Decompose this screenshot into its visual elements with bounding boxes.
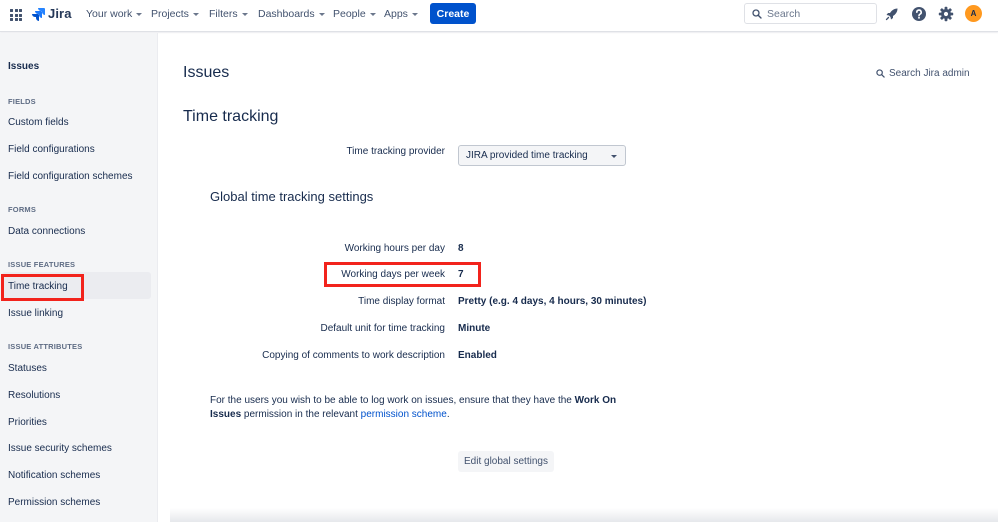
sidebar-item-priorities[interactable]: Priorities <box>8 417 47 428</box>
setting-value-hours-per-day: 8 <box>458 243 464 254</box>
question-icon <box>912 7 926 21</box>
sidebar-heading-forms: FORMS <box>8 205 37 214</box>
sidebar-heading-issue-features: ISSUE FEATURES <box>8 260 76 269</box>
nav-projects-label: Projects <box>151 8 189 20</box>
nav-apps[interactable]: Apps <box>384 8 418 20</box>
create-button[interactable]: Create <box>430 3 476 24</box>
search-input[interactable] <box>767 7 867 20</box>
note-text-3: . <box>446 409 450 420</box>
sidebar-title: Issues <box>8 61 40 72</box>
sidebar-item-data-connections[interactable]: Data connections <box>8 226 85 237</box>
sidebar-item-custom-fields[interactable]: Custom fields <box>8 117 69 128</box>
jira-logo-icon <box>32 7 45 21</box>
setting-value-copy-comments: Enabled <box>458 350 497 361</box>
setting-value-display-format: Pretty (e.g. 4 days, 4 hours, 30 minutes… <box>458 296 647 307</box>
bottom-shadow <box>170 508 998 522</box>
nav-filters[interactable]: Filters <box>209 8 248 20</box>
sidebar-heading-issue-attributes: ISSUE ATTRIBUTES <box>8 342 83 351</box>
nav-your-work[interactable]: Your work <box>86 8 143 20</box>
setting-label-default-unit: Default unit for time tracking <box>320 323 446 334</box>
nav-dashboards-label: Dashboards <box>258 8 315 20</box>
nav-projects[interactable]: Projects <box>151 8 199 20</box>
section-title: Time tracking <box>183 108 279 125</box>
nav-apps-label: Apps <box>384 8 408 20</box>
permission-scheme-link[interactable]: permission scheme <box>361 409 447 420</box>
logo-text: Jira <box>48 6 72 21</box>
page-title: Issues <box>183 64 230 81</box>
app-switcher-icon[interactable] <box>10 9 22 21</box>
top-navigation: Jira Your work Projects Filters Dashboar… <box>0 0 998 32</box>
rocket-icon <box>885 8 898 21</box>
chevron-down-icon <box>318 13 325 16</box>
sidebar-item-resolutions[interactable]: Resolutions <box>8 390 60 401</box>
chevron-down-icon <box>192 13 199 16</box>
nav-filters-label: Filters <box>209 8 238 20</box>
avatar[interactable]: A <box>965 5 982 22</box>
setting-label-hours-per-day: Working hours per day <box>344 243 445 254</box>
settings-icon[interactable] <box>938 6 954 22</box>
gear-icon <box>938 6 954 22</box>
sidebar-item-issue-security-schemes[interactable]: Issue security schemes <box>8 443 112 454</box>
sidebar-item-statuses[interactable]: Statuses <box>8 363 47 374</box>
highlight-box-sidebar <box>1 274 84 301</box>
edit-global-settings-button[interactable]: Edit global settings <box>458 451 554 472</box>
setting-label-copy-comments: Copying of comments to work description <box>262 350 445 361</box>
search-jira-admin-link[interactable]: Search Jira admin <box>876 68 970 79</box>
chevron-down-icon <box>411 13 418 16</box>
notifications-icon[interactable] <box>884 6 900 22</box>
search-icon <box>876 69 885 78</box>
chevron-down-icon <box>611 155 617 158</box>
setting-label-display-format: Time display format <box>358 296 445 307</box>
global-settings-title: Global time tracking settings <box>210 189 374 204</box>
sidebar-heading-fields: FIELDS <box>8 97 36 106</box>
search-jira-admin-label: Search Jira admin <box>889 68 970 79</box>
help-icon[interactable] <box>911 6 927 22</box>
provider-select[interactable]: JIRA provided time tracking <box>458 145 626 166</box>
sidebar-item-field-configurations[interactable]: Field configurations <box>8 144 95 155</box>
chevron-down-icon <box>136 13 143 16</box>
sidebar-item-notification-schemes[interactable]: Notification schemes <box>8 470 100 481</box>
permission-note: For the users you wish to be able to log… <box>210 394 650 422</box>
sidebar-item-permission-schemes[interactable]: Permission schemes <box>8 497 100 508</box>
chevron-down-icon <box>241 13 248 16</box>
nav-people[interactable]: People <box>333 8 376 20</box>
search-box[interactable] <box>744 3 877 24</box>
provider-select-value: JIRA provided time tracking <box>466 150 588 161</box>
note-text-2: permission in the relevant <box>241 409 361 420</box>
sidebar-item-issue-linking[interactable]: Issue linking <box>8 308 63 319</box>
sidebar-item-field-configuration-schemes[interactable]: Field configuration schemes <box>8 171 133 182</box>
chevron-down-icon <box>369 13 376 16</box>
note-text-1: For the users you wish to be able to log… <box>210 395 575 406</box>
nav-people-label: People <box>333 8 366 20</box>
provider-label: Time tracking provider <box>346 146 445 157</box>
highlight-box-days-per-week <box>324 262 481 287</box>
nav-dashboards[interactable]: Dashboards <box>258 8 325 20</box>
search-icon <box>752 8 762 19</box>
nav-your-work-label: Your work <box>86 8 133 20</box>
setting-value-default-unit: Minute <box>458 323 491 334</box>
jira-logo[interactable]: Jira <box>31 6 72 21</box>
